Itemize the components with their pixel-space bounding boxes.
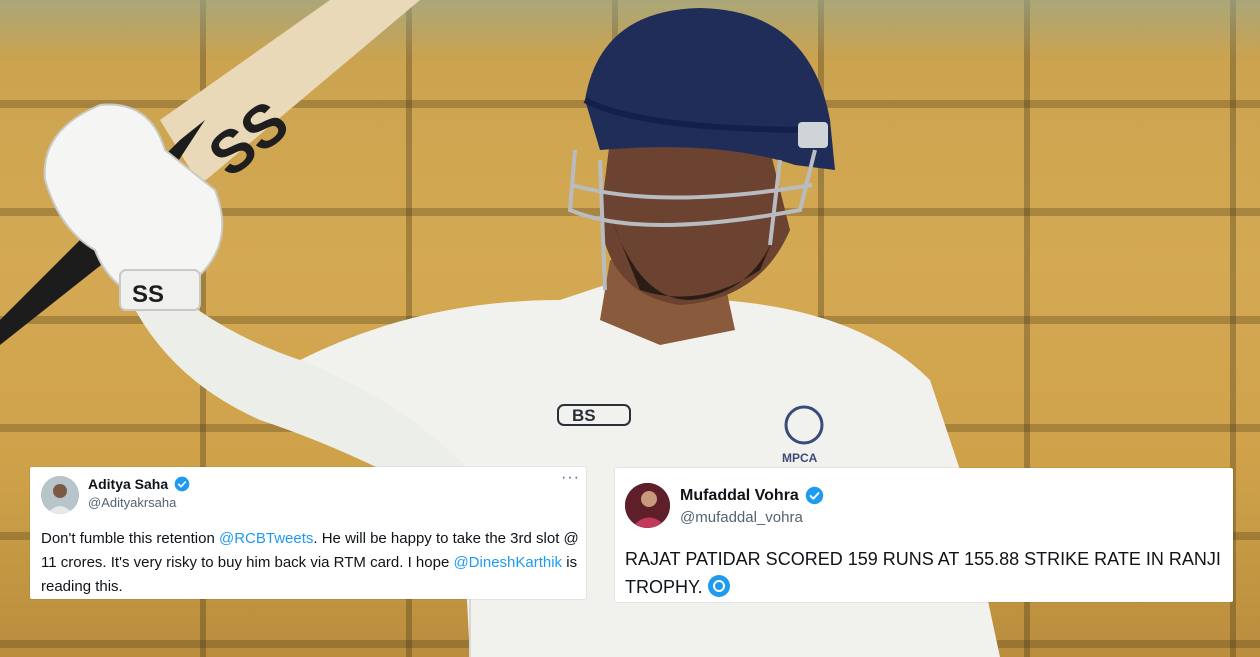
author-name[interactable]: Aditya Saha [88,476,190,492]
author-handle[interactable]: @mufaddal_vohra [680,509,803,526]
more-horizontal-icon[interactable]: ··· [561,469,580,487]
mention-link[interactable]: @RCBTweets [219,530,313,547]
helmet [585,8,835,170]
mention-link[interactable]: @DineshKarthik [453,554,562,571]
tweet-text: RAJAT PATIDAR SCORED 159 RUNS AT 155.88 … [625,545,1231,601]
shirt-logo-text: BS [572,406,596,425]
avatar[interactable] [41,476,79,514]
verified-badge-icon [174,476,190,492]
tweet-card-mufaddal-vohra[interactable]: Mufaddal Vohra @mufaddal_vohra RAJAT PAT… [615,468,1233,602]
tweet-text: Don't fumble this retention @RCBTweets. … [41,527,581,599]
helmet-clip [798,122,828,148]
tweet-text-segment: Don't fumble this retention [41,530,219,547]
author-name[interactable]: Mufaddal Vohra [680,486,824,505]
glove-brand-text: SS [132,281,164,308]
avatar[interactable] [625,483,670,528]
author-name-text[interactable]: Mufaddal Vohra [680,487,799,505]
verified-badge-icon [805,486,824,505]
author-name-text[interactable]: Aditya Saha [88,476,168,492]
blue-emoji-icon [707,575,730,597]
tweet-card-aditya-saha[interactable]: Aditya Saha @Adityakrsaha ··· Don't fumb… [30,467,586,599]
author-handle[interactable]: @Adityakrsaha [88,495,176,510]
mpca-badge-text: MPCA [782,451,818,465]
